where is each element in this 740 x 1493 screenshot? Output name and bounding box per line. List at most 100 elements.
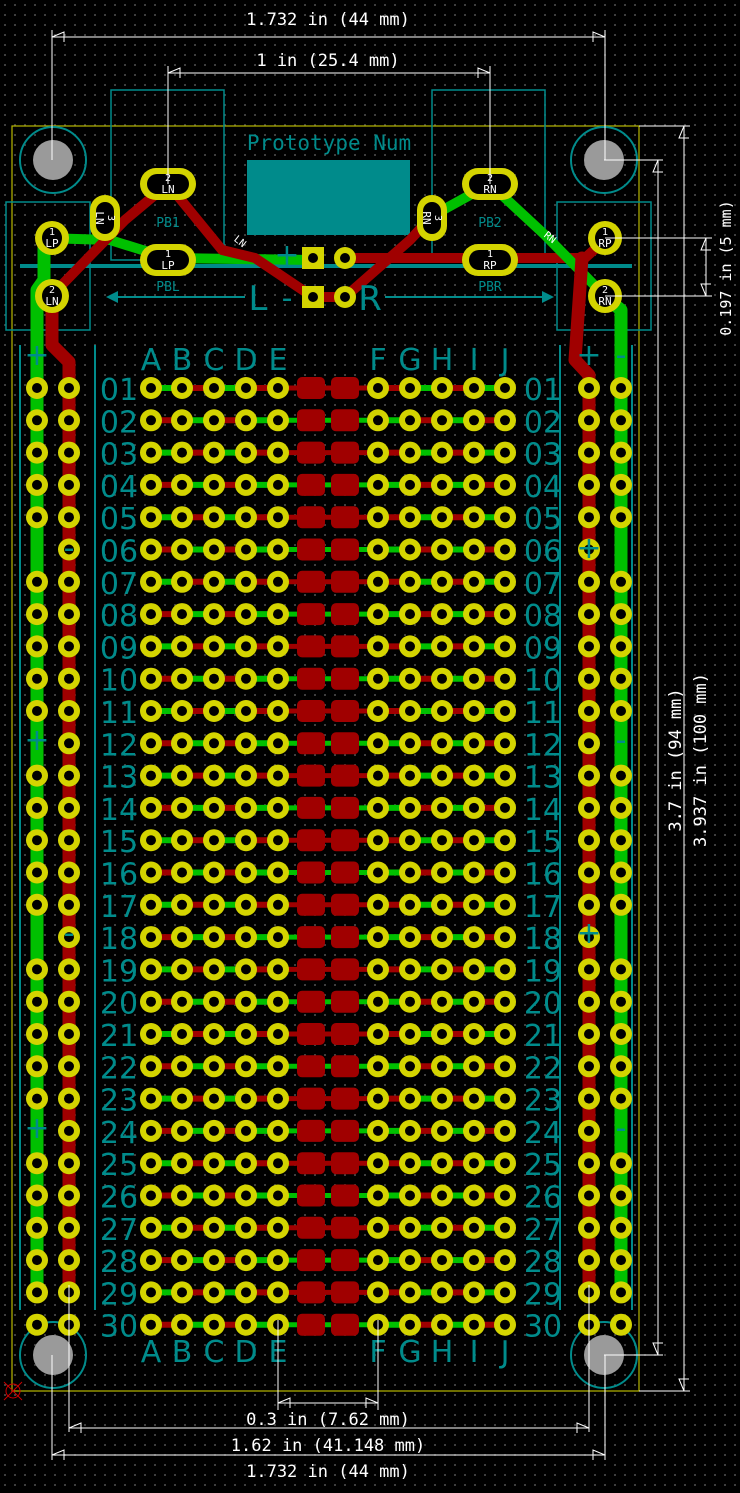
pad-right-21-drill [437,1029,447,1039]
rail-sign-minus: - [616,338,627,373]
rail-pad-drill [584,447,594,458]
labels: Prototype Num L R + - PB1 PBL PB2 PBR LN… [24,131,626,1370]
col-label-top-D: D [234,343,257,378]
col-label-bottom-B: B [172,1335,193,1370]
dim-hole-span: 1.62 in (41.148 mm) [231,1436,425,1456]
pad-left-21-drill [177,1029,187,1039]
pad-left-13-drill [177,770,187,781]
row-label-left-07: 07 [100,567,138,602]
pad-left-29-drill [146,1287,156,1298]
row-label-left-29: 29 [100,1277,138,1312]
row-label-left-11: 11 [100,696,138,731]
rail-pad-drill [584,641,594,652]
row-label-left-27: 27 [100,1213,138,1248]
rail-pad-drill [32,447,42,458]
row-label-left-08: 08 [100,599,138,634]
pad-right-19-drill [373,964,383,975]
pad-left-24-drill [146,1125,156,1136]
rail-pad-drill [616,1319,626,1330]
pad-right-10-drill [500,673,510,684]
pad-left-15-drill [146,835,156,846]
rail-pad-drill [584,383,594,393]
pad-left-13-drill [273,770,283,781]
bridge-pad-right [331,700,359,722]
rail-pad-drill [584,415,594,426]
rail-pad-drill [584,964,594,975]
rail-sign-plus: + [576,916,601,951]
pb2-ref: PB2 [478,216,501,231]
power-label-left: L [249,279,268,319]
pad-right-08-drill [437,609,447,620]
col-label-bottom-H: H [431,1335,454,1370]
pad-right-08-drill [405,609,415,620]
pad-right-11-drill [469,706,479,716]
bridge-pad-right [331,990,359,1013]
pad-left-28-drill [177,1255,187,1266]
bridge-pad-right [331,667,359,690]
pad-right-07-drill [500,576,510,587]
rail-pad-drill [32,479,42,490]
row-label-right-07: 07 [524,567,562,602]
rail-pad-drill [32,1029,42,1039]
pad-right-27-drill [437,1222,447,1233]
rail-pad-drill [64,964,74,975]
row-label-right-25: 25 [524,1148,562,1183]
pad-left-26-drill [241,1190,251,1201]
rail-sign-minus: - [64,531,75,566]
rail-pad-drill [64,1190,74,1201]
pad-right-04-drill [405,479,415,490]
jack-right-pin2-net: RN [598,295,611,308]
pad-right-04-drill [500,479,510,490]
pad-right-01-drill [437,383,447,393]
rail-pad-drill [64,1222,74,1233]
pad-right-28-drill [469,1255,479,1266]
jack-right-pin1-net: RP [598,237,612,250]
pad-right-07-drill [437,576,447,587]
rail-pad-drill [584,899,594,910]
pad-left-13-drill [209,770,219,781]
rail-pad-drill [616,802,626,813]
pcb-drawing: 2LN1LP3LN2RN1RP3RN1LP2LN1RP2RN Prototype… [3,10,735,1482]
pad-left-25-drill [273,1158,283,1169]
rail-pad-drill [584,835,594,846]
row-label-right-21: 21 [524,1019,562,1054]
pad-right-02-drill [373,415,383,426]
col-label-top-G: G [398,343,421,378]
pad-right-23-drill [500,1093,510,1104]
pad-right-12-drill [405,738,415,749]
pad-left-05-drill [273,512,283,523]
pad-right-15-drill [405,835,415,846]
bridge-pad-right [331,506,359,529]
pad-right-29-drill [373,1287,383,1298]
power-pad-drill [308,292,318,302]
pad-left-01-drill [241,383,251,393]
pad-right-25-drill [469,1158,479,1169]
row-label-left-18: 18 [100,922,138,957]
pad-right-17-drill [405,899,415,910]
rail-pad-drill [64,1029,74,1039]
pad-right-08-drill [373,609,383,620]
rail-pad-drill [584,1125,594,1136]
pad-left-23-drill [177,1093,187,1104]
pad-right-02-drill [469,415,479,426]
pad-right-13-drill [469,770,479,781]
pad-right-13-drill [437,770,447,781]
col-label-top-B: B [172,343,193,378]
pad-right-18-drill [500,932,510,943]
rail-pad-drill [64,383,74,393]
row-label-right-03: 03 [524,438,562,473]
pad-left-26-drill [273,1190,283,1201]
title-block [247,160,410,235]
row-label-left-01: 01 [100,373,138,408]
pad-left-25-drill [177,1158,187,1169]
pad-right-11-drill [373,706,383,716]
col-label-bottom-J: J [499,1335,510,1370]
pad-left-09-drill [241,641,251,652]
arrow-right-head [542,291,554,303]
rail-pad-drill [616,641,626,652]
rail-pad-drill [32,996,42,1007]
pad-left-16-drill [177,867,187,878]
bridge-pad-left [297,377,325,399]
bridge-pad-right [331,926,359,949]
power-pad-round-drill [340,292,350,302]
